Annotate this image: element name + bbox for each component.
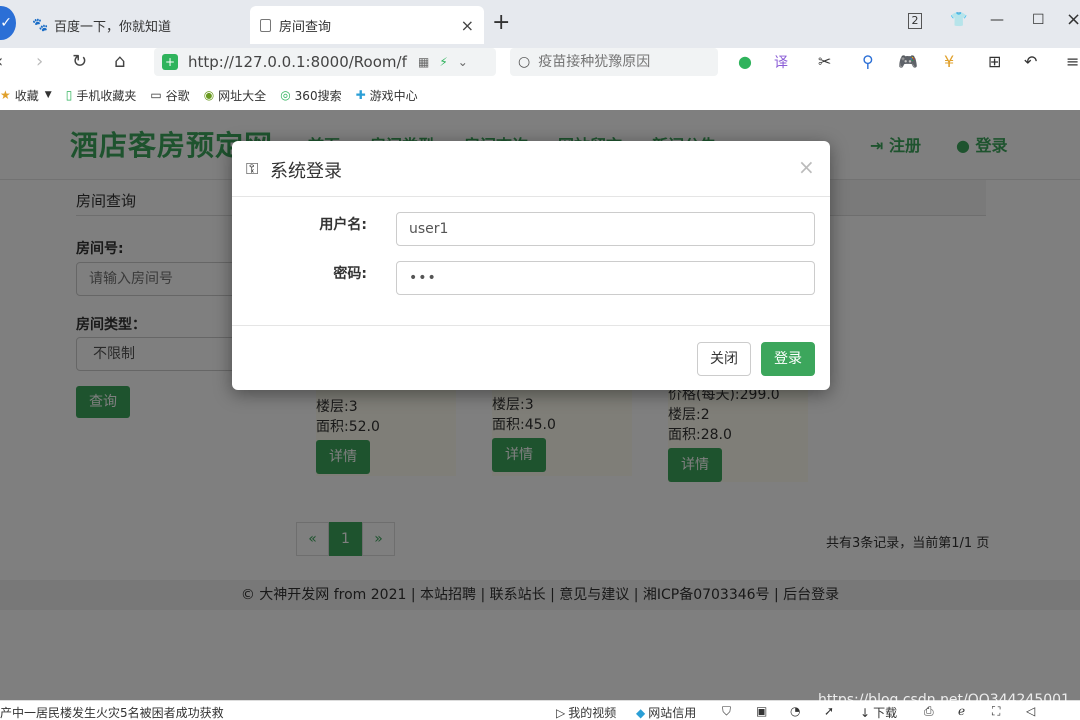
security-shield-icon: + <box>162 54 178 70</box>
tab-close-icon[interactable]: × <box>461 16 474 35</box>
modal-title: 系统登录 <box>270 161 342 182</box>
maximize-icon[interactable]: ☐ <box>1032 12 1045 28</box>
url-text[interactable]: http://127.0.0.1:8000/Room/from <box>188 53 408 71</box>
bookmarks-bar: ★ 收藏 ▼ ▯ 手机收藏夹 ▭ 谷歌 ◉ 网址大全 ◎ 360搜索 ✚ 游戏中心 <box>0 82 1080 108</box>
bookmark-portal[interactable]: ◉ 网址大全 <box>204 87 267 104</box>
tab-title: 房间查询 <box>279 19 332 35</box>
tab-baidu[interactable]: 🐾 百度一下，你就知道 <box>22 6 248 44</box>
login-modal: ⚿ 系统登录 × 用户名: user1 密码: ••• 关闭 登录 <box>232 141 830 390</box>
drop-icon: ◆ <box>636 705 646 720</box>
chat-icon[interactable]: ● <box>738 52 752 71</box>
globe-icon: ◉ <box>203 88 215 102</box>
baidu-paw-icon: 🐾 <box>32 18 49 33</box>
login-button[interactable]: 登录 <box>761 342 815 376</box>
play-icon: ▷ <box>556 705 566 720</box>
magnifier-icon[interactable]: ⚲ <box>862 52 874 71</box>
close-button[interactable]: 关闭 <box>697 342 751 376</box>
coupon-icon[interactable]: ¥ <box>944 52 954 71</box>
puzzle-icon: ✚ <box>355 88 366 102</box>
home-icon[interactable]: ⌂ <box>114 51 125 72</box>
lightning-icon[interactable]: ⚡ <box>439 55 447 69</box>
star-icon: ★ <box>0 88 11 102</box>
page-icon: ▭ <box>150 88 162 102</box>
tab-room-query[interactable]: 房间查询 × <box>250 6 484 44</box>
minimize-icon[interactable]: — <box>990 12 1004 28</box>
bookmark-games[interactable]: ✚ 游戏中心 <box>356 87 418 104</box>
scissors-icon[interactable]: ✂ <box>818 52 831 71</box>
new-tab-button[interactable]: + <box>492 12 510 34</box>
translate-icon[interactable]: 译 <box>774 52 788 72</box>
apps-grid-icon[interactable]: ⊞ <box>988 52 1001 71</box>
browser-nav-bar: ‹ › ↻ ⌂ + http://127.0.0.1:8000/Room/fro… <box>0 48 1080 78</box>
my-video-link[interactable]: ▷ 我的视频 <box>556 704 616 720</box>
qr-icon[interactable]: ▦ <box>418 55 429 69</box>
reload-icon[interactable]: ↻ <box>72 51 87 72</box>
bookmark-360[interactable]: ◎ 360搜索 <box>280 87 341 104</box>
bookmark-mobile[interactable]: ▯ 手机收藏夹 <box>66 87 137 104</box>
bookmark-favorites[interactable]: ★ 收藏 ▼ <box>0 87 52 104</box>
browser-tab-bar: ✓ 🐾 百度一下，你就知道 房间查询 × + 2 👕 — ☐ × <box>0 0 1080 48</box>
page-icon <box>260 18 271 32</box>
site-credit-link[interactable]: ◆ 网站信用 <box>636 704 696 720</box>
tab-title: 百度一下，你就知道 <box>54 19 172 35</box>
search-icon: ○ <box>518 54 531 70</box>
key-icon: ⚿ <box>246 159 259 178</box>
image-icon[interactable]: ▣ <box>756 704 767 718</box>
tab-count-badge[interactable]: 2 <box>908 13 922 29</box>
back-icon[interactable]: ‹ <box>0 51 3 72</box>
watermark: https://blog.csdn.net/QQ344245001 <box>818 692 1070 708</box>
modal-footer: 关闭 登录 <box>232 325 830 390</box>
forward-icon[interactable]: › <box>36 51 43 72</box>
address-bar[interactable]: + http://127.0.0.1:8000/Room/from ▦ ⚡ ⌄ <box>154 48 496 76</box>
360-icon: ◎ <box>280 88 291 102</box>
close-window-icon[interactable]: × <box>1066 9 1080 30</box>
username-input[interactable]: user1 <box>396 212 815 246</box>
shield-status-icon[interactable]: ⛉ <box>722 704 731 719</box>
search-box[interactable]: ○ <box>510 48 718 76</box>
phone-icon: ▯ <box>65 88 73 102</box>
menu-icon[interactable]: ≡ <box>1066 52 1079 71</box>
bookmark-google[interactable]: ▭ 谷歌 <box>150 87 189 104</box>
password-input[interactable]: ••• <box>396 261 815 295</box>
news-ticker[interactable]: 产中一居民楼发生火灾5名被困者成功获救 <box>0 704 224 720</box>
password-label: 密码: <box>333 266 367 282</box>
search-input[interactable] <box>538 54 709 70</box>
undo-icon[interactable]: ↶ <box>1024 52 1037 71</box>
game-icon[interactable]: 🎮 <box>898 52 918 71</box>
shirt-icon[interactable]: 👕 <box>950 12 967 28</box>
modal-header: ⚿ 系统登录 × <box>232 141 830 197</box>
speed-icon[interactable]: ◔ <box>790 704 800 718</box>
caret-down-icon: ▼ <box>44 90 52 100</box>
username-label: 用户名: <box>319 217 367 233</box>
modal-close-icon[interactable]: × <box>798 155 815 179</box>
chevron-down-icon[interactable]: ⌄ <box>458 55 468 69</box>
browser-logo-icon: ✓ <box>0 6 16 40</box>
